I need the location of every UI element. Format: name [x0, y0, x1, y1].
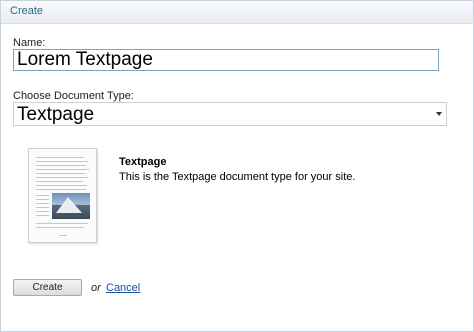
document-thumbnail-icon [28, 148, 97, 243]
dialog-titlebar: Create [1, 1, 473, 24]
document-type-select[interactable]: Textpage [13, 102, 447, 126]
create-button[interactable]: Create [13, 279, 82, 296]
document-type-description: This is the Textpage document type for y… [119, 171, 356, 183]
create-dialog: Create Name: Choose Document Type: Textp… [0, 0, 474, 332]
document-type-selected-value: Textpage [17, 104, 95, 125]
chevron-down-icon[interactable] [436, 112, 442, 116]
document-type-name: Textpage [119, 156, 167, 168]
dialog-title: Create [10, 5, 44, 17]
name-input[interactable] [13, 49, 439, 71]
or-separator: or [91, 282, 101, 294]
name-label: Name: [13, 37, 46, 49]
document-type-label: Choose Document Type: [13, 90, 134, 102]
cancel-link[interactable]: Cancel [106, 282, 140, 294]
